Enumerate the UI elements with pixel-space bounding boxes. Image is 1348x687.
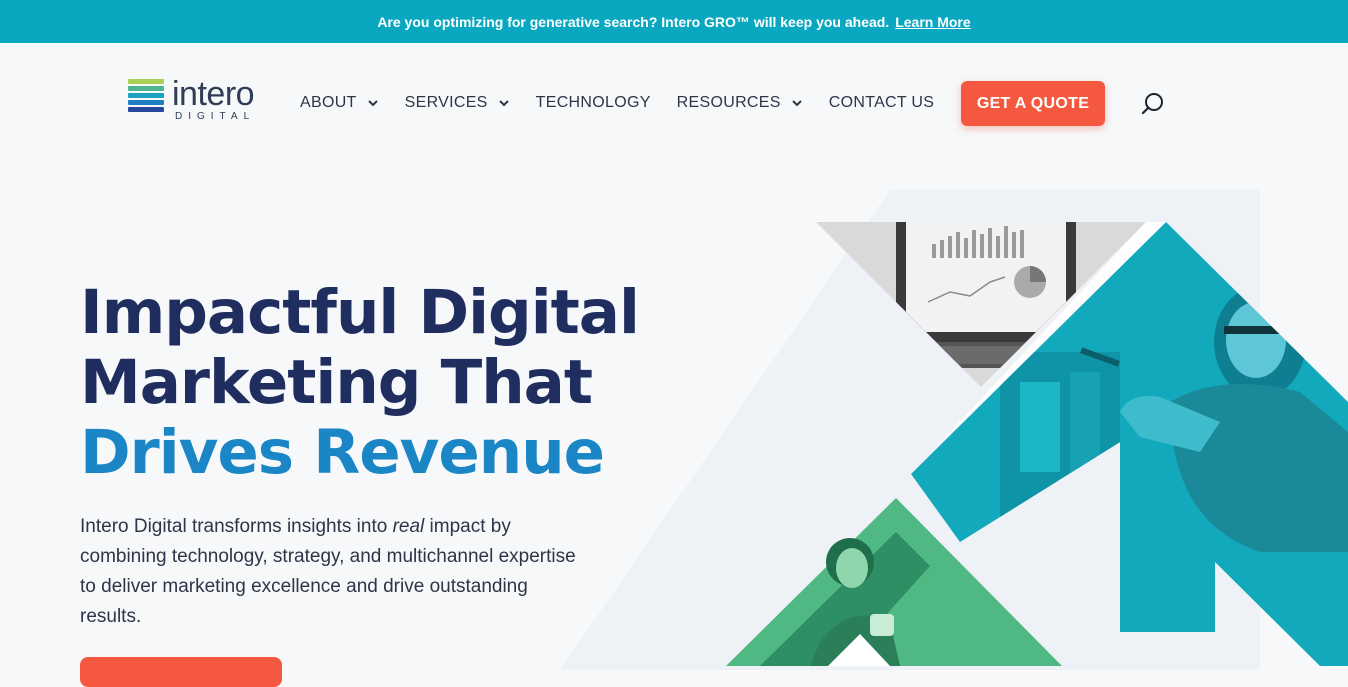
learn-more-link[interactable]: Learn More — [895, 14, 970, 30]
get-a-quote-button[interactable]: GET A QUOTE — [961, 81, 1105, 126]
chevron-down-icon — [498, 100, 509, 107]
hero-description: Intero Digital transforms insights into … — [80, 512, 580, 632]
main-nav: ABOUT SERVICES TECHNOLOGY RESOURCES CONT… — [300, 81, 960, 125]
description-emphasis: real — [392, 516, 425, 537]
nav-item-label: TECHNOLOGY — [535, 94, 651, 111]
headline-line-2: Marketing That — [80, 347, 593, 418]
nav-item-resources[interactable]: RESOURCES — [677, 94, 803, 112]
announcement-text: Are you optimizing for generative search… — [377, 13, 890, 30]
hero-graphic — [726, 222, 1348, 666]
hero-cta-button[interactable] — [80, 657, 282, 687]
nav-item-label: RESOURCES — [676, 94, 781, 111]
hero-headline: Impactful Digital Marketing That Drives … — [80, 278, 720, 488]
nav-item-technology[interactable]: TECHNOLOGY — [536, 94, 651, 112]
announcement-bar: Are you optimizing for generative search… — [0, 0, 1348, 43]
green-photo — [726, 498, 1062, 666]
headline-accent: Drives Revenue — [80, 417, 605, 488]
search-icon[interactable] — [1140, 91, 1166, 117]
description-text: Intero Digital transforms insights into — [80, 516, 393, 537]
logo-wordmark: intero — [172, 75, 255, 113]
nav-item-services[interactable]: SERVICES — [405, 94, 510, 112]
nav-item-label: CONTACT US — [828, 94, 935, 111]
nav-item-label: SERVICES — [404, 94, 488, 111]
nav-item-about[interactable]: ABOUT — [300, 94, 379, 112]
chevron-down-icon — [792, 100, 802, 107]
nav-item-label: ABOUT — [300, 94, 357, 111]
site-header: intero DIGITAL ABOUT SERVICES TECHNOLOGY… — [0, 43, 1348, 163]
logo-bars-icon — [128, 79, 164, 114]
nav-item-contact-us[interactable]: CONTACT US — [829, 94, 935, 112]
intero-digital-logo[interactable]: intero DIGITAL — [128, 75, 273, 129]
chevron-down-icon — [367, 100, 378, 107]
headline-line-1: Impactful Digital — [80, 277, 640, 348]
logo-subtitle: DIGITAL — [175, 111, 256, 122]
